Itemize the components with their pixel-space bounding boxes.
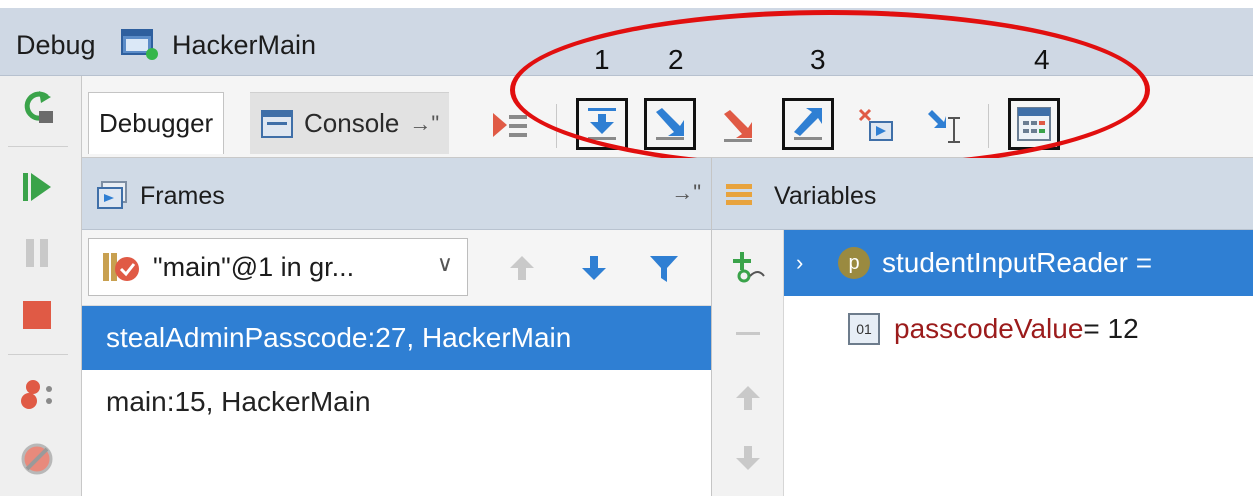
run-to-cursor-icon: [928, 110, 960, 143]
gutter-separator: [8, 354, 68, 355]
frames-panel: Frames →" "main"@1 in gr... ∨ stealAdmin…: [82, 158, 712, 496]
show-execution-point-button[interactable]: [484, 100, 536, 152]
variables-side-toolbar: [712, 230, 784, 496]
debugger-toolbar: Debugger Console →": [82, 76, 1253, 158]
debug-title-bar: Debug HackerMain: [0, 0, 1253, 76]
frames-list: stealAdminPasscode:27, HackerMain main:1…: [82, 306, 711, 434]
toolbar-separator: [556, 104, 557, 148]
resume-button[interactable]: [14, 164, 60, 210]
evaluate-expression-button[interactable]: [1008, 98, 1060, 150]
minus-icon: [736, 332, 760, 335]
parameter-badge: p: [838, 247, 870, 279]
application-window-icon: [121, 29, 158, 60]
arrow-down-icon: [736, 446, 760, 470]
frames-title: Frames: [140, 182, 225, 210]
move-watch-up-button[interactable]: [726, 376, 770, 420]
variables-list: › p studentInputReader = 01 passcodeValu…: [784, 230, 1253, 362]
step-over-button[interactable]: [576, 98, 628, 150]
annotation-number-4: 4: [1034, 44, 1050, 75]
annotation-number-2: 2: [668, 44, 684, 75]
run-to-cursor-button[interactable]: [918, 100, 970, 152]
arrow-up-icon: [736, 386, 760, 410]
expand-arrow-icon[interactable]: ›: [796, 250, 820, 276]
variables-panel-header: Variables: [712, 158, 1253, 230]
run-configuration-name: HackerMain: [172, 30, 317, 60]
thread-selector-value: "main"@1 in gr...: [153, 251, 355, 282]
tab-debugger[interactable]: Debugger: [88, 92, 225, 154]
force-step-into-button[interactable]: [712, 100, 764, 152]
rerun-button[interactable]: [14, 84, 60, 130]
debug-title: Debug: [16, 30, 96, 60]
variables-panel: Variables › p studentInputReader = 01 pa…: [712, 158, 1253, 496]
toolbar-separator: [988, 104, 989, 148]
annotation-number-3: 3: [810, 44, 826, 75]
debug-window: Debug HackerMain Debugger Console →" 1 2…: [0, 0, 1253, 496]
next-frame-button[interactable]: [572, 246, 616, 290]
chevron-down-icon: ∨: [436, 251, 453, 276]
frames-icon: [97, 181, 127, 209]
pin-tab-icon[interactable]: →": [409, 111, 439, 137]
frame-item[interactable]: stealAdminPasscode:27, HackerMain: [82, 306, 711, 370]
arrow-up-icon: [510, 256, 534, 280]
step-over-icon: [588, 108, 616, 140]
thread-suspended-icon: [103, 253, 139, 281]
mute-breakpoints-button[interactable]: [14, 436, 60, 482]
breakpoints-icon: [21, 380, 52, 409]
variables-title: Variables: [774, 182, 877, 210]
annotation-number-1: 1: [594, 44, 610, 75]
new-watch-icon: [733, 252, 765, 283]
pause-icon: [26, 239, 48, 267]
view-breakpoints-button[interactable]: [14, 372, 60, 418]
console-icon: [261, 109, 293, 138]
show-execution-point-icon: [493, 113, 527, 137]
pause-button[interactable]: [14, 230, 60, 276]
stop-icon: [23, 301, 51, 329]
variable-item[interactable]: 01 passcodeValue = 12: [784, 296, 1253, 362]
stop-button[interactable]: [14, 292, 60, 338]
resume-icon: [23, 173, 51, 201]
thread-selector[interactable]: "main"@1 in gr... ∨: [88, 238, 468, 296]
step-into-button[interactable]: [644, 98, 696, 150]
filter-icon: [650, 256, 678, 282]
variable-name: passcodeValue: [894, 313, 1084, 344]
frames-panel-header: Frames →": [82, 158, 711, 230]
tab-console-label: Console: [304, 108, 400, 138]
filter-frames-button[interactable]: [642, 246, 686, 290]
tab-console[interactable]: Console →": [250, 92, 450, 154]
drop-frame-icon: [858, 108, 893, 141]
calculator-icon: [1017, 107, 1051, 141]
step-into-icon: [656, 108, 684, 140]
arrow-down-icon: [582, 256, 606, 280]
rerun-icon: [24, 91, 53, 123]
step-out-button[interactable]: [782, 98, 834, 150]
variable-label: studentInputReader =: [882, 247, 1153, 278]
new-watch-button[interactable]: [726, 244, 770, 288]
frame-item[interactable]: main:15, HackerMain: [82, 370, 711, 434]
debug-side-toolbar: [0, 76, 82, 496]
gutter-separator: [8, 146, 68, 147]
move-watch-down-button[interactable]: [726, 436, 770, 480]
remove-watch-button[interactable]: [726, 312, 770, 356]
drop-frame-button[interactable]: [850, 100, 902, 152]
thread-selector-row: "main"@1 in gr... ∨: [82, 230, 711, 306]
previous-frame-button[interactable]: [500, 246, 544, 290]
variable-value: = 12: [1083, 313, 1139, 344]
primitive-type-icon: 01: [848, 313, 880, 345]
variable-item[interactable]: › p studentInputReader =: [784, 230, 1253, 296]
pin-frames-icon[interactable]: →": [671, 180, 701, 206]
variables-icon: [726, 184, 752, 205]
mute-breakpoints-icon: [21, 443, 53, 475]
force-step-into-icon: [724, 110, 752, 142]
step-out-icon: [794, 108, 822, 140]
